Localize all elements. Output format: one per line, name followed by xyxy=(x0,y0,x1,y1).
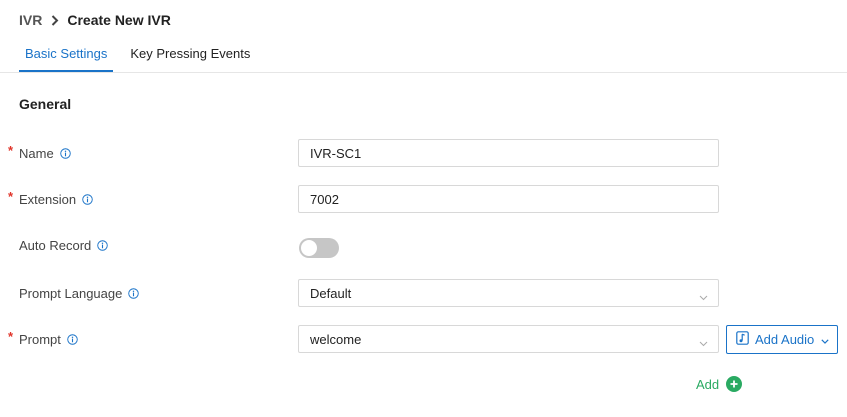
prompt-select[interactable]: welcome xyxy=(298,325,719,353)
extension-label: * Extension xyxy=(8,189,93,209)
prompt-language-label-text: Prompt Language xyxy=(19,285,123,301)
tab-key-pressing-events[interactable]: Key Pressing Events xyxy=(124,45,256,72)
auto-record-label-text: Auto Record xyxy=(19,237,92,253)
prompt-language-select[interactable]: Default xyxy=(298,279,719,307)
chevron-down-icon xyxy=(821,332,829,347)
name-label-text: Name xyxy=(19,145,54,161)
chevron-down-icon xyxy=(699,335,708,350)
extension-label-text: Extension xyxy=(19,191,77,207)
breadcrumb: IVR Create New IVR xyxy=(19,10,171,30)
tab-bar: Basic Settings Key Pressing Events xyxy=(19,45,256,72)
chevron-right-icon xyxy=(51,14,59,26)
tab-basic-settings[interactable]: Basic Settings xyxy=(19,45,114,72)
extension-input[interactable] xyxy=(298,185,719,213)
breadcrumb-current: Create New IVR xyxy=(67,12,171,28)
section-title-general: General xyxy=(19,96,72,112)
audio-file-icon xyxy=(736,331,749,348)
breadcrumb-parent-link[interactable]: IVR xyxy=(19,12,42,28)
name-input[interactable] xyxy=(298,139,719,167)
auto-record-label: Auto Record xyxy=(19,235,108,255)
chevron-down-icon xyxy=(699,289,708,304)
prompt-language-label: Prompt Language xyxy=(19,283,140,303)
required-marker: * xyxy=(8,329,14,344)
plus-circle-icon xyxy=(726,376,743,392)
info-icon[interactable] xyxy=(82,193,93,205)
info-icon[interactable] xyxy=(128,287,140,299)
info-icon[interactable] xyxy=(97,239,108,251)
auto-record-toggle[interactable] xyxy=(299,238,339,258)
required-marker: * xyxy=(8,189,14,204)
info-icon[interactable] xyxy=(67,333,78,345)
prompt-label: * Prompt xyxy=(8,329,78,349)
add-audio-button[interactable]: Add Audio xyxy=(726,325,838,354)
add-label: Add xyxy=(696,376,720,392)
required-marker: * xyxy=(8,143,14,158)
name-label: * Name xyxy=(8,143,71,163)
tabs-divider xyxy=(0,72,847,73)
prompt-value: welcome xyxy=(310,331,362,347)
info-icon[interactable] xyxy=(59,147,71,159)
add-prompt-button[interactable]: Add xyxy=(696,376,743,392)
add-audio-label: Add Audio xyxy=(755,332,815,347)
prompt-language-value: Default xyxy=(310,285,352,301)
prompt-label-text: Prompt xyxy=(19,331,61,347)
toggle-knob xyxy=(301,240,317,256)
